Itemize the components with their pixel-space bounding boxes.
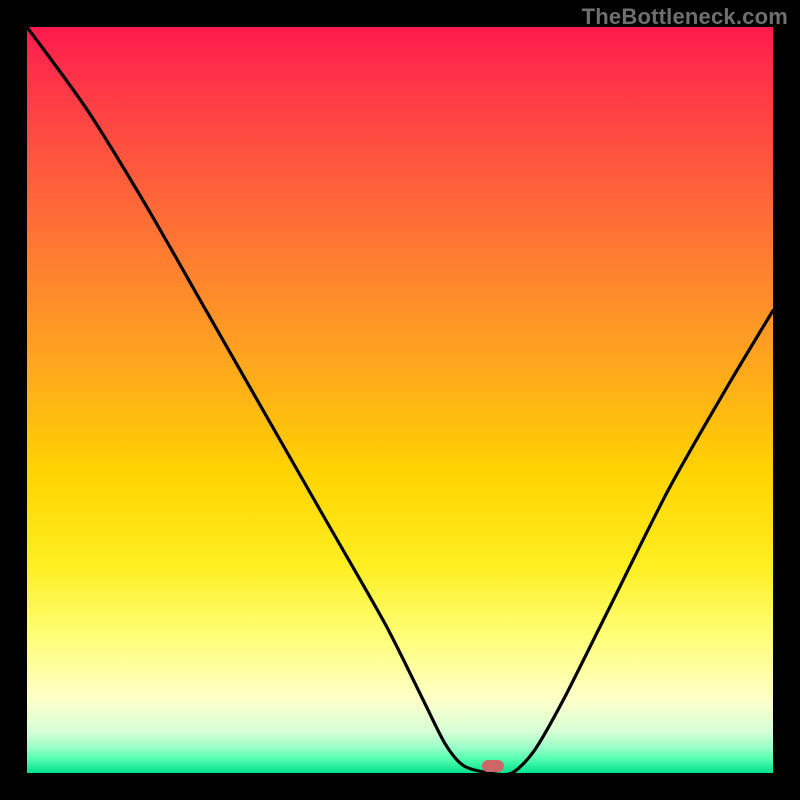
min-marker: [482, 760, 504, 772]
curve-path: [27, 27, 773, 773]
plot-area: [27, 27, 773, 773]
curve-svg: [27, 27, 773, 773]
chart-frame: TheBottleneck.com: [0, 0, 800, 800]
